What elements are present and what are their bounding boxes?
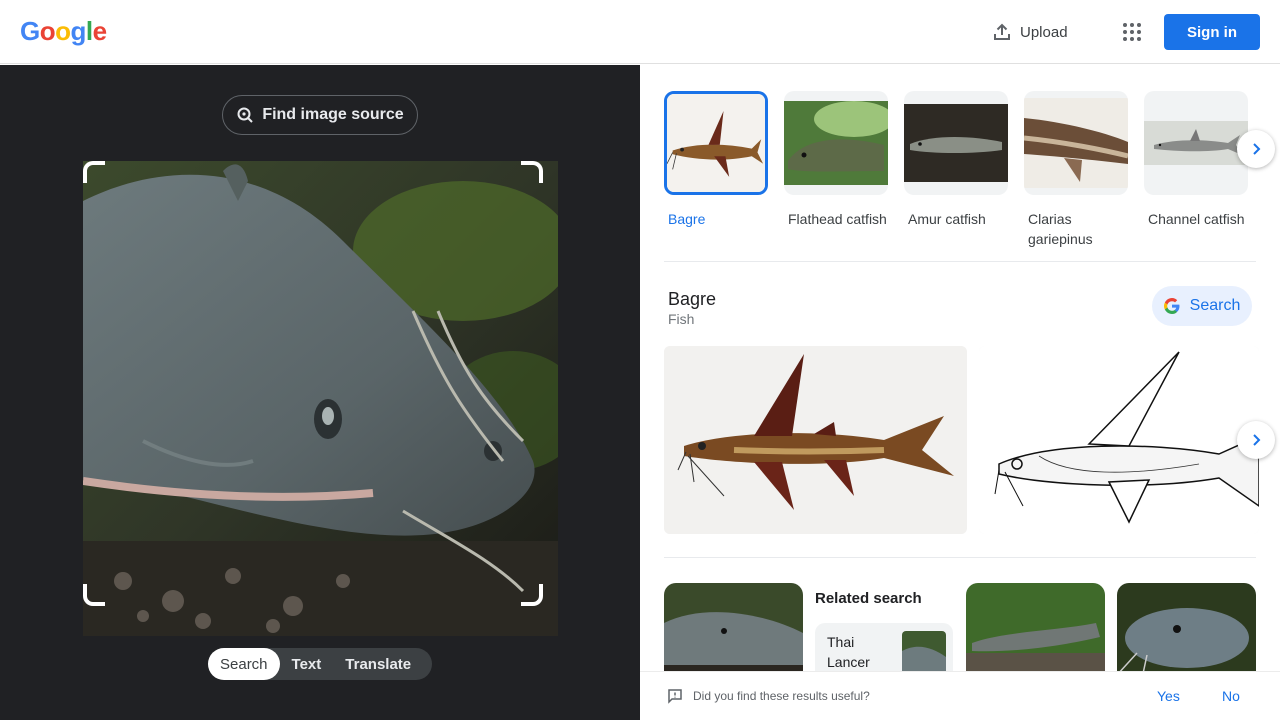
visual-match-label: Channel catfish [1148, 211, 1245, 227]
feedback-yes-button[interactable]: Yes [1157, 688, 1180, 704]
visual-match-thumbnail [1024, 91, 1128, 195]
upload-label: Upload [1020, 23, 1068, 41]
crop-handle-top-right[interactable] [521, 161, 543, 183]
chevron-right-icon [1253, 143, 1261, 155]
visual-match-thumbnail [664, 91, 768, 195]
related-search-title: Related search [815, 590, 922, 607]
visual-match-label: Clarias gariepinus [1028, 211, 1093, 247]
feedback-question: Did you find these results useful? [693, 689, 870, 703]
results-panel: Bagre Flathead catfish Amur catfish Clar… [640, 65, 1280, 671]
visual-matches-carousel: Bagre Flathead catfish Amur catfish Clar… [664, 91, 1264, 247]
google-g-icon [1163, 298, 1180, 314]
related-search-chip[interactable]: Thai Lancer [815, 623, 953, 671]
visual-match-label: Amur catfish [908, 211, 986, 227]
upload-button[interactable]: Upload [992, 20, 1068, 44]
chevron-right-icon [1253, 434, 1261, 446]
lens-mode-switcher: Search Text Translate [208, 648, 432, 680]
upload-icon [994, 23, 1010, 40]
logo-letter: o [39, 16, 56, 46]
visual-match-item[interactable]: Clarias gariepinus [1024, 91, 1128, 249]
feedback-no-button[interactable]: No [1222, 688, 1240, 704]
crop-handle-top-left[interactable] [83, 161, 105, 183]
logo-letter: l [85, 16, 93, 46]
entity-subtitle: Fish [668, 311, 695, 327]
divider [664, 261, 1256, 262]
result-card[interactable] [664, 583, 803, 671]
feedback-icon [668, 689, 682, 704]
mode-search-tab[interactable]: Search [208, 648, 280, 680]
google-logo[interactable]: Google [20, 16, 107, 47]
images-next-button[interactable] [1237, 421, 1275, 459]
divider [664, 557, 1256, 558]
visual-match-item[interactable]: Amur catfish [904, 91, 1008, 229]
result-card[interactable] [1117, 583, 1256, 671]
result-card[interactable] [966, 583, 1105, 671]
find-image-source-label: Find image source [262, 106, 404, 123]
visual-match-item[interactable]: Channel catfish [1144, 91, 1248, 229]
logo-letter: e [92, 16, 107, 46]
google-search-label: Search [1189, 297, 1241, 314]
apps-grid-icon[interactable] [1120, 20, 1144, 44]
logo-letter: o [55, 16, 71, 46]
find-image-source-button[interactable]: Find image source [222, 95, 418, 135]
top-bar: Google Upload Sign in [0, 0, 1280, 64]
logo-letter: g [70, 16, 87, 46]
logo-letter: G [20, 16, 40, 46]
visual-match-item[interactable]: Flathead catfish [784, 91, 888, 229]
mode-text-tab[interactable]: Text [280, 648, 334, 680]
lens-search-icon [237, 107, 254, 123]
related-search-chip-label: Thai Lancer [827, 634, 870, 670]
visual-match-thumbnail [784, 91, 888, 195]
crop-handle-bottom-left[interactable] [83, 584, 105, 606]
visual-match-label: Bagre [668, 211, 706, 227]
entity-title: Bagre [668, 289, 717, 309]
mode-translate-tab[interactable]: Translate [333, 648, 423, 680]
google-search-button[interactable]: Search [1152, 286, 1252, 326]
feedback-bar: Did you find these results useful? Yes N… [640, 671, 1280, 720]
lens-query-panel: Find image source Search Text Translate [0, 65, 640, 720]
visual-match-item[interactable]: Bagre [664, 91, 768, 229]
sign-in-button[interactable]: Sign in [1164, 14, 1260, 50]
entity-image[interactable] [979, 346, 1259, 534]
query-image[interactable] [83, 161, 558, 636]
entity-image[interactable] [664, 346, 967, 534]
crop-handle-bottom-right[interactable] [521, 584, 543, 606]
carousel-next-button[interactable] [1237, 130, 1275, 168]
visual-match-thumbnail [904, 91, 1008, 195]
visual-match-label: Flathead catfish [788, 211, 887, 227]
visual-match-thumbnail [1144, 91, 1248, 195]
